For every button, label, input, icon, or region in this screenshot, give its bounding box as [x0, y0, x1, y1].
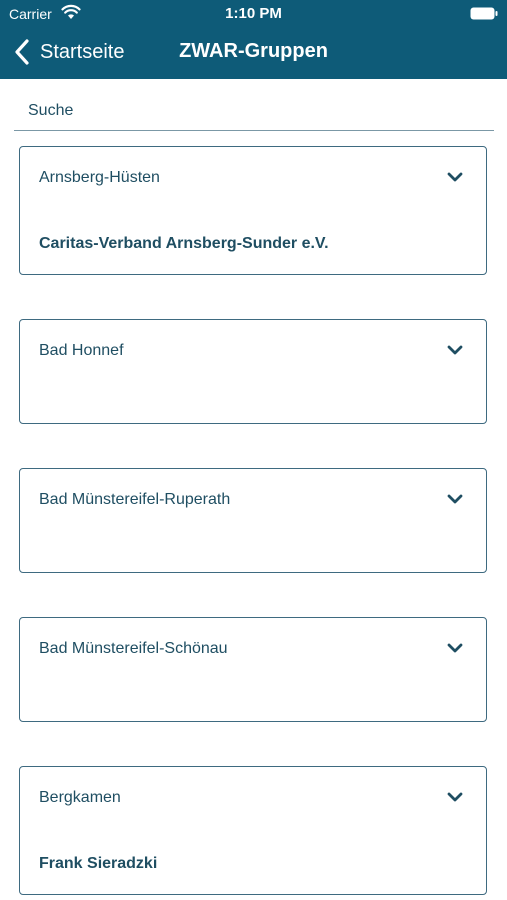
group-card[interactable]: Bad Münstereifel-Schönau [19, 617, 487, 722]
status-bar: Carrier 1:10 PM [0, 0, 507, 28]
chevron-down-icon[interactable] [446, 791, 464, 803]
battery-icon [470, 7, 498, 20]
group-card-subtitle: Frank Sieradzki [39, 855, 158, 872]
page-title: ZWAR-Gruppen [179, 40, 328, 62]
group-card-title: Bad Münstereifel-Schönau [39, 640, 228, 657]
group-card[interactable]: Bad Honnef [19, 319, 487, 424]
header: Carrier 1:10 PM Startseite ZWAR-Gruppen [0, 0, 507, 79]
chevron-down-icon[interactable] [446, 171, 464, 183]
chevron-down-icon[interactable] [446, 344, 464, 356]
group-card-subtitle: Caritas-Verband Arnsberg-Sunder e.V. [39, 235, 329, 252]
group-card-title: Bad Honnef [39, 342, 124, 359]
group-card-title: Bad Münstereifel-Ruperath [39, 491, 231, 508]
status-time: 1:10 PM [225, 5, 282, 22]
chevron-down-icon[interactable] [446, 493, 464, 505]
group-card-title: Arnsberg-Hüsten [39, 169, 160, 186]
group-card[interactable]: Bad Münstereifel-Ruperath [19, 468, 487, 573]
search-input[interactable] [14, 92, 494, 131]
group-card-title: Bergkamen [39, 789, 121, 806]
group-card[interactable]: Arnsberg-Hüsten Caritas-Verband Arnsberg… [19, 146, 487, 275]
group-card[interactable]: Bergkamen Frank Sieradzki [19, 766, 487, 895]
chevron-down-icon[interactable] [446, 642, 464, 654]
